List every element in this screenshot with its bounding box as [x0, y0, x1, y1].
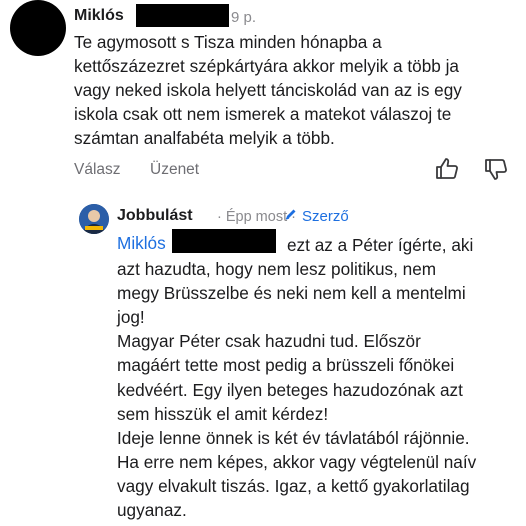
- reply-text: ezt az a Péter ígérte, aki azt hazudta, …: [117, 233, 517, 522]
- reply-line: sem hisszük el amit kérdez!: [117, 403, 329, 424]
- reply-line: ugyanaz.: [117, 500, 187, 521]
- comment-author[interactable]: Miklós: [74, 7, 124, 25]
- author-badge: Szerző: [284, 207, 349, 225]
- message-button[interactable]: Üzenet: [150, 161, 199, 179]
- comment-time: 9 p.: [231, 9, 257, 26]
- author-badge-label: Szerző: [302, 207, 349, 225]
- reply-line: azt hazudta, hogy nem lesz politikus, ne…: [117, 259, 437, 280]
- reply-line: Ideje lenne önnek is két év távlatából r…: [117, 427, 470, 448]
- reply-author[interactable]: Jobbulást: [117, 207, 193, 225]
- reply-line: magáért tette most pedig a brüsszeli főn…: [117, 355, 455, 376]
- avatar[interactable]: [79, 204, 109, 234]
- redaction-bar: [136, 4, 229, 27]
- reply-line: jog!: [117, 307, 145, 328]
- pencil-icon: [284, 207, 298, 225]
- thumbs-up-icon[interactable]: [434, 156, 460, 182]
- comment-text: Te agymosott s Tisza minden hónapba a ke…: [74, 32, 462, 149]
- thumbs-down-icon[interactable]: [483, 156, 509, 182]
- reply-line: megy Brüsszelbe és neki nem kell a mente…: [117, 283, 466, 304]
- reply-button[interactable]: Válasz: [74, 161, 121, 179]
- reply-line: Ha erre nem képes, akkor vagy végtelenül…: [117, 451, 477, 472]
- reply-line: Magyar Péter csak hazudni tud. Először: [117, 331, 421, 352]
- reply-line: ezt az a Péter ígérte, aki: [287, 235, 474, 255]
- reply-line: kedvéért. Egy ilyen beteges hazudozónak …: [117, 379, 463, 400]
- reply-line: vagy elvakult tiszás. Igaz, a kettő gyak…: [117, 475, 470, 496]
- avatar[interactable]: [10, 0, 66, 56]
